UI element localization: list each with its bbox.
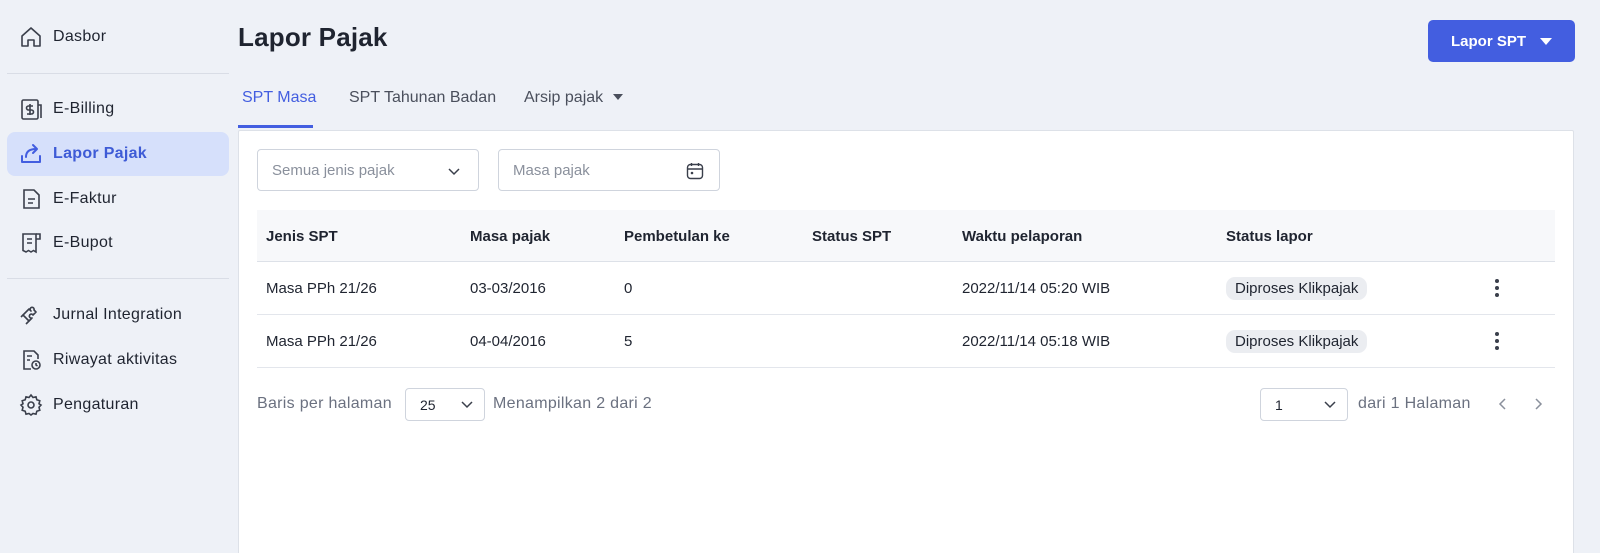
tab-spt-masa[interactable]: SPT Masa bbox=[242, 89, 316, 107]
cell-pembetulan: 0 bbox=[624, 280, 633, 297]
rows-per-page-value: 25 bbox=[420, 396, 436, 413]
page-select[interactable]: 1 bbox=[1260, 388, 1348, 421]
column-header: Status lapor bbox=[1226, 228, 1313, 245]
lapor-spt-button[interactable]: Lapor SPT bbox=[1428, 20, 1575, 62]
cell-pembetulan: 5 bbox=[624, 333, 633, 350]
sidebar-item-riwayat-aktivitas[interactable]: Riwayat aktivitas bbox=[7, 338, 229, 382]
sidebar-item-lapor-pajak[interactable]: Lapor Pajak bbox=[7, 132, 229, 176]
invoice-icon bbox=[18, 186, 44, 212]
sidebar-item-e-faktur[interactable]: E-Faktur bbox=[7, 177, 229, 221]
page-value: 1 bbox=[1275, 396, 1283, 413]
sidebar-item-label: Pengaturan bbox=[53, 396, 139, 413]
column-header: Status SPT bbox=[812, 228, 892, 245]
chevron-down-icon bbox=[460, 397, 474, 414]
calendar-icon bbox=[685, 161, 705, 181]
cell-jenis-spt: Masa PPh 21/26 bbox=[266, 333, 377, 350]
sidebar-item-label: E-Bupot bbox=[53, 234, 113, 251]
column-header: Waktu pelaporan bbox=[962, 228, 1083, 245]
history-icon bbox=[18, 347, 44, 373]
cell-masa-pajak: 03-03/2016 bbox=[470, 280, 546, 297]
lapor-spt-button-label: Lapor SPT bbox=[1450, 32, 1526, 50]
gear-icon bbox=[18, 392, 44, 418]
previous-page-icon[interactable] bbox=[1493, 394, 1513, 414]
status-badge: Diproses Klikpajak bbox=[1226, 277, 1368, 300]
sidebar-item-label: Riwayat aktivitas bbox=[53, 351, 178, 368]
cell-jenis-spt: Masa PPh 21/26 bbox=[266, 280, 377, 297]
tab-label: Arsip pajak bbox=[524, 89, 604, 106]
sidebar-item-label: Jurnal Integration bbox=[53, 306, 183, 323]
sidebar-item-e-billing[interactable]: E-Billing bbox=[7, 87, 229, 131]
row-menu-icon[interactable] bbox=[1485, 329, 1509, 353]
caret-down-icon bbox=[613, 94, 624, 100]
sidebar-item-dasbor[interactable]: Dasbor bbox=[7, 15, 229, 59]
rows-per-page-select[interactable]: 25 bbox=[405, 388, 485, 421]
tab-arsip-pajak[interactable]: Arsip pajak bbox=[524, 89, 624, 107]
tax-type-select[interactable]: Semua jenis pajak bbox=[257, 149, 479, 191]
status-badge: Diproses Klikpajak bbox=[1226, 330, 1368, 353]
column-header: Masa pajak bbox=[470, 228, 551, 245]
upload-report-icon bbox=[18, 141, 44, 167]
column-header: Jenis SPT bbox=[266, 228, 338, 245]
table-row[interactable]: Masa PPh 21/26 03-03/2016 0 2022/11/14 0… bbox=[257, 262, 1555, 315]
next-page-icon[interactable] bbox=[1528, 394, 1548, 414]
cell-waktu-pelaporan: 2022/11/14 05:18 WIB bbox=[962, 333, 1111, 350]
sidebar-item-jurnal-integration[interactable]: Jurnal Integration bbox=[7, 293, 229, 337]
receipt-icon bbox=[18, 230, 44, 256]
chevron-down-icon bbox=[1323, 397, 1337, 414]
sidebar-item-label: E-Billing bbox=[53, 100, 115, 117]
showing-count: Menampilkan 2 dari 2 bbox=[493, 395, 652, 412]
row-menu-icon[interactable] bbox=[1485, 276, 1509, 300]
caret-down-icon bbox=[1540, 37, 1552, 45]
sidebar-divider bbox=[7, 278, 229, 279]
home-icon bbox=[18, 24, 44, 50]
tax-type-placeholder: Semua jenis pajak bbox=[272, 161, 395, 179]
sidebar-item-pengaturan[interactable]: Pengaturan bbox=[7, 383, 229, 427]
page-title: Lapor Pajak bbox=[238, 22, 388, 52]
sidebar-item-e-bupot[interactable]: E-Bupot bbox=[7, 221, 229, 265]
table-row[interactable]: Masa PPh 21/26 04-04/2016 5 2022/11/14 0… bbox=[257, 315, 1555, 368]
rows-per-page-label: Baris per halaman bbox=[257, 395, 392, 412]
column-header: Pembetulan ke bbox=[624, 228, 730, 245]
cell-masa-pajak: 04-04/2016 bbox=[470, 333, 546, 350]
sidebar-item-label: Dasbor bbox=[53, 28, 107, 45]
sidebar-item-label: E-Faktur bbox=[53, 190, 117, 207]
period-date-picker[interactable]: Masa pajak bbox=[498, 149, 720, 191]
sidebar-divider bbox=[7, 73, 229, 74]
period-placeholder: Masa pajak bbox=[513, 161, 590, 179]
cell-waktu-pelaporan: 2022/11/14 05:20 WIB bbox=[962, 280, 1111, 297]
page-total: dari 1 Halaman bbox=[1358, 395, 1471, 412]
chevron-down-icon bbox=[444, 161, 464, 181]
table-header: Jenis SPT Masa pajak Pembetulan ke Statu… bbox=[257, 210, 1555, 262]
sidebar: Dasbor E-Billing Lapor Pajak E-Faktur E-… bbox=[0, 0, 236, 553]
sidebar-item-label: Lapor Pajak bbox=[53, 145, 148, 162]
active-tab-indicator bbox=[238, 125, 313, 128]
puzzle-icon bbox=[18, 302, 44, 328]
tab-spt-tahunan-badan[interactable]: SPT Tahunan Badan bbox=[349, 89, 496, 107]
billing-icon bbox=[18, 96, 44, 122]
